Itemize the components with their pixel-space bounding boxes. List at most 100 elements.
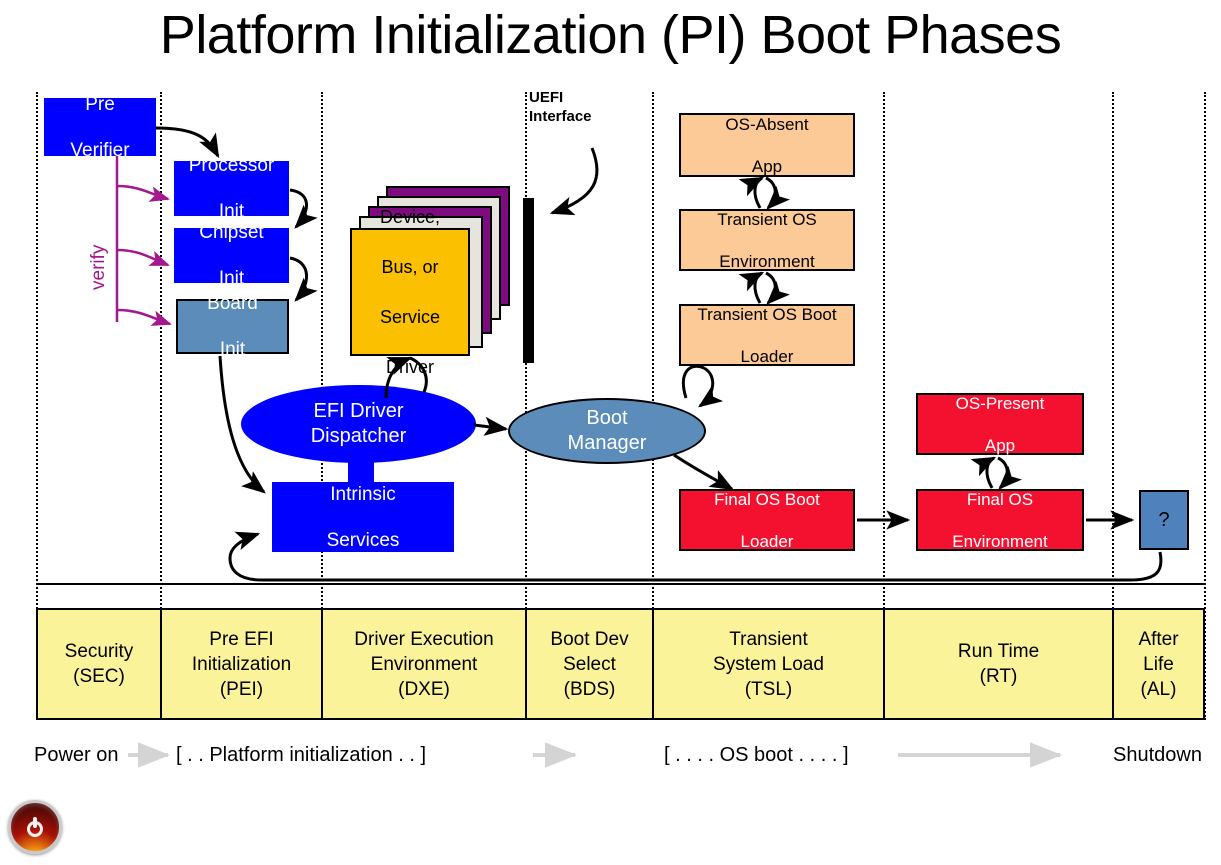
arrow-bootmanager-to-final-loader [673,453,735,491]
node-pre-verifier-line2: Verifier [70,139,130,161]
phase-bds-line2: Select [563,653,616,675]
phase-tsl-line2: System Load [713,653,824,675]
arrow-os-absent-to-transient-env [765,176,791,210]
phase-tsl-line1: Transient [729,628,808,650]
node-processor-init[interactable]: Processor Init [174,155,289,222]
arrow-uefi-label-to-bar [549,147,599,216]
arrow-processor-to-chipset [289,188,318,229]
node-board-init-line1: Board [207,293,258,314]
phase-cell-al[interactable]: After Life (AL) [1114,610,1203,718]
arrow-final-env-to-os-present [970,456,997,489]
node-transient-os-boot-loader[interactable]: Transient OS Boot Loader [679,304,855,366]
efi-driver-dispatcher-line1: EFI Driver [313,400,404,422]
phase-rt-line2: (RT) [979,666,1018,687]
power-button-icon[interactable] [8,800,62,854]
phase-al-line2: Life [1143,653,1174,675]
driver-card-line2: Bus, or [381,256,439,277]
final-os-boot-loader-line2: Loader [740,531,794,551]
arrow-os-present-to-final-env [997,456,1023,490]
boot-manager-line1: Boot [586,407,628,429]
phase-tsl-line3: (TSL) [744,678,793,700]
transient-os-environment-line2: Environment [719,251,815,271]
final-os-boot-loader-line1: Final OS Boot [714,489,820,509]
node-final-os-environment[interactable]: Final OS Environment [916,489,1084,551]
intrinsic-services-line1: Intrinsic [330,483,396,505]
uefi-interface-line1: UEFI [529,89,564,106]
timeline-os-boot: [ . . . . OS boot . . . . ] [664,744,849,766]
os-present-app-line1: OS-Present [955,393,1045,413]
phase-bds-line1: Boot Dev [550,628,629,650]
node-board-init-line2: Init [219,339,246,360]
phase-bar: Security (SEC) Pre EFI Initialization (P… [36,608,1205,720]
arrow-transient-env-to-os-absent [738,176,765,209]
timeline-power-on: Power on [34,744,119,766]
node-os-present-app[interactable]: OS-Present App [916,393,1084,455]
os-absent-app-line2: App [751,156,783,176]
uefi-interface-line2: Interface [529,108,592,125]
node-transient-os-environment[interactable]: Transient OS Environment [679,209,855,271]
timeline-platform-initialization: [ . . Platform initialization . . ] [176,744,427,766]
transient-os-environment-line1: Transient OS [717,209,817,229]
node-processor-init-line2: Init [218,201,245,222]
phase-al-line3: (AL) [1140,678,1177,700]
phase-bds-line3: (BDS) [563,678,616,700]
final-os-environment-line1: Final OS [966,489,1034,509]
phase-cell-dxe[interactable]: Driver Execution Environment (DXE) [323,610,527,718]
arrow-verify-board [116,308,172,326]
phase-cell-rt[interactable]: Run Time (RT) [885,610,1114,718]
phase-dxe-line1: Driver Execution [354,628,494,650]
phase-sec-line2: (SEC) [73,666,125,687]
power-bar [33,816,37,828]
arrow-preverifier-to-processor [155,126,220,159]
driver-card-line3: Service [379,306,441,327]
phase-pei-line2: Initialization [191,653,292,675]
final-os-environment-line2: Environment [952,531,1048,551]
phase-pei-line1: Pre EFI [209,628,274,650]
page-title: Platform Initialization (PI) Boot Phases [159,5,1062,65]
intrinsic-services-line2: Services [326,529,400,551]
uefi-interface-bar [523,198,534,363]
node-chipset-init[interactable]: Chipset Init [174,222,289,289]
boot-manager-line2: Manager [567,432,647,454]
node-processor-init-line1: Processor [188,155,275,176]
node-after-life-unknown[interactable]: ? [1139,490,1189,550]
node-os-absent-app[interactable]: OS-Absent App [679,113,855,177]
uefi-interface-label: UEFI Interface [529,88,592,126]
node-final-os-boot-loader[interactable]: Final OS Boot Loader [679,489,855,551]
arrow-dispatcher-to-bootmanager [473,416,509,436]
arrow-env-to-loader [765,271,791,305]
node-intrinsic-services[interactable]: Intrinsic Services [272,482,454,552]
node-chipset-init-line2: Init [218,268,245,289]
os-absent-app-line1: OS-Absent [725,114,809,134]
arrow-tsl-to-bootmanager [698,366,724,408]
node-pre-verifier[interactable]: Pre Verifier [44,94,156,161]
node-efi-driver-dispatcher[interactable]: EFI Driver Dispatcher [241,385,476,463]
phase-al-line1: After [1138,628,1179,650]
phase-dxe-line2: Environment [370,653,478,675]
arrow-chipset-to-board [289,256,318,302]
phase-sec-line1: Security [64,641,134,662]
phase-cell-sec[interactable]: Security (SEC) [38,610,162,718]
driver-card-line4: Driver [386,356,434,377]
arrow-loader-to-env [738,271,765,304]
phase-cell-bds[interactable]: Boot Dev Select (BDS) [527,610,654,718]
node-board-init[interactable]: Board Init [176,293,289,360]
after-life-unknown-label: ? [1158,508,1170,531]
phase-pei-line3: (PEI) [219,678,264,700]
node-device-bus-service-driver[interactable]: Device, Bus, or Service Driver [350,207,470,377]
node-boot-manager[interactable]: Boot Manager [508,398,706,464]
phasebar-top-rule [36,583,1205,585]
driver-card-line1: Device, [379,206,441,227]
phase-dxe-line3: (DXE) [398,678,450,700]
phase-cell-tsl[interactable]: Transient System Load (TSL) [654,610,885,718]
power-symbol-glyph [26,816,44,837]
verify-label: verify [88,244,109,290]
node-chipset-init-line1: Chipset [199,222,264,243]
timeline-shutdown: Shutdown [1113,744,1202,766]
diagram-canvas: Platform Initialization (PI) Boot Phases… [0,0,1221,865]
transient-os-boot-loader-line2: Loader [740,346,794,366]
phase-cell-pei[interactable]: Pre EFI Initialization (PEI) [162,610,323,718]
efi-driver-dispatcher-line2: Dispatcher [310,425,407,447]
arrow-bootmanager-loop-up [681,365,705,399]
node-pre-verifier-line1: Pre [85,93,115,115]
